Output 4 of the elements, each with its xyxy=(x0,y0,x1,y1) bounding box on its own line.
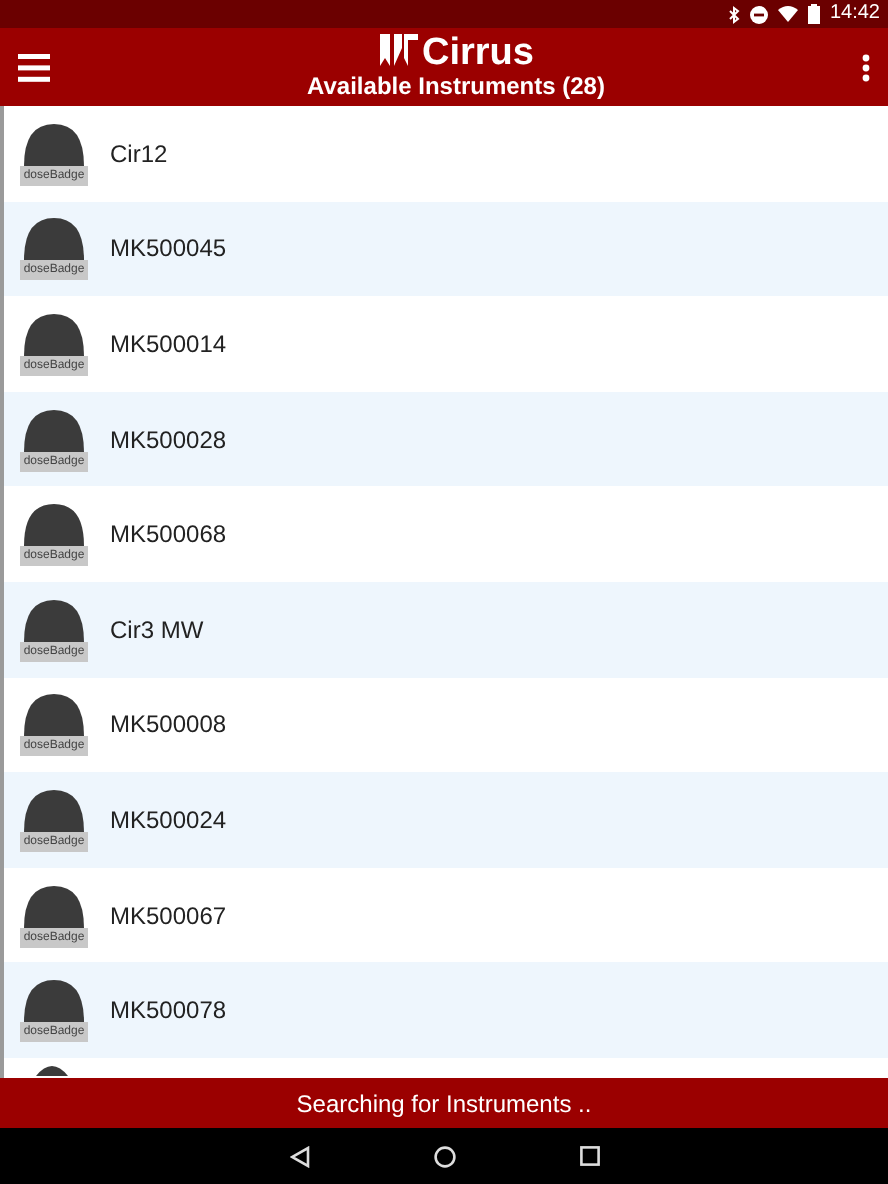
status-time: 14:42 xyxy=(829,4,880,24)
logo-text: Cirrus xyxy=(422,33,534,71)
screen-title: Available Instruments (28) xyxy=(307,71,605,101)
status-message: Searching for Instruments .. xyxy=(296,1087,592,1121)
